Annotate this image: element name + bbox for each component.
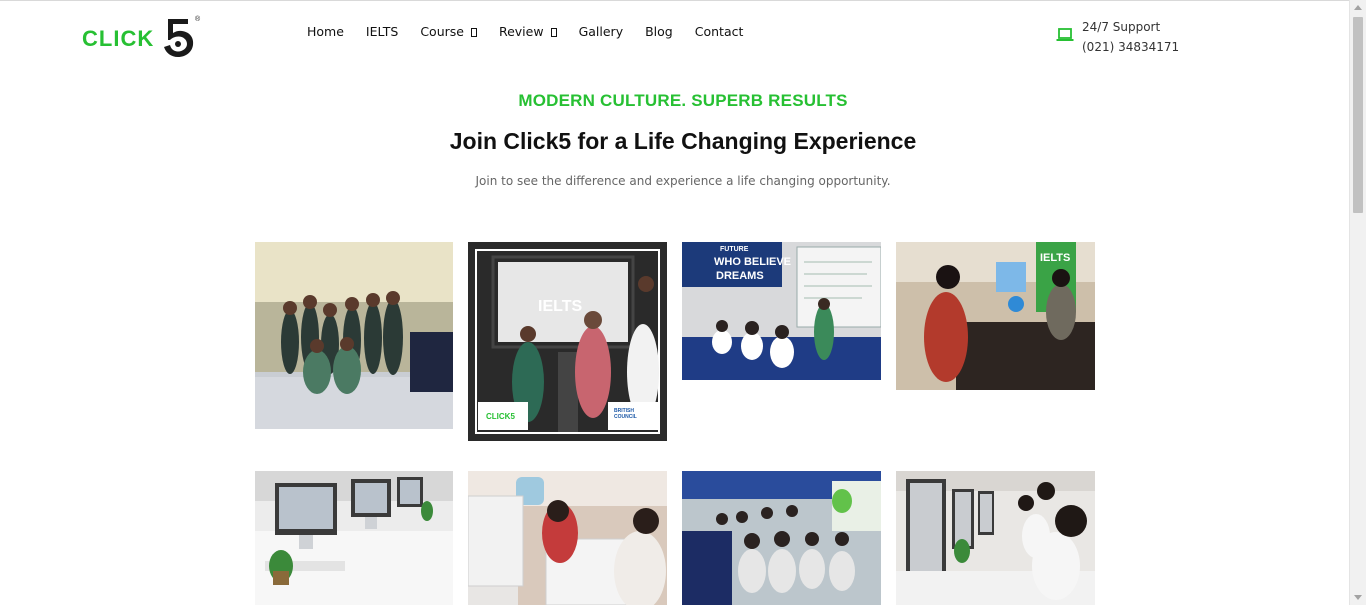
main-nav: Home IELTS Course Review Gallery Blog Co… [307, 24, 765, 39]
scroll-up-arrow-icon[interactable] [1354, 5, 1362, 10]
nav-home[interactable]: Home [307, 24, 344, 39]
gallery-photo-ielts-certificate[interactable]: IELTS CLICK5 BRITISH COUNCIL [468, 242, 667, 441]
photo-caption-ielts: IELTS [538, 298, 583, 315]
photo-caption-british-council: BRITISH COUNCIL [614, 408, 637, 420]
gallery-photo-group-staff[interactable] [255, 242, 453, 429]
hero-subtext: Join to see the difference and experienc… [475, 174, 891, 188]
photo-caption-click5: CLICK5 [486, 412, 515, 421]
photo-caption-dreams: DREAMS [716, 270, 764, 282]
scrollbar-thumb[interactable] [1353, 17, 1363, 213]
nav-course[interactable]: Course [420, 24, 477, 39]
click5-logo[interactable]: CLICK ® [82, 16, 210, 60]
gallery-photo-students-imacs[interactable] [468, 471, 667, 605]
support-label: 24/7 Support [1082, 20, 1161, 34]
dropdown-caret-icon [470, 28, 477, 37]
scroll-down-arrow-icon[interactable] [1354, 595, 1362, 600]
gallery-photo-reception-desk[interactable]: IELTS [896, 242, 1095, 390]
registered-mark: ® [195, 16, 201, 23]
logo-five-mark [164, 19, 194, 57]
photo-caption-who-believe: WHO BELIEVE [714, 256, 792, 268]
laptop-icon [1056, 28, 1074, 41]
photo-caption-future: FUTURE [720, 246, 749, 253]
nav-contact[interactable]: Contact [695, 24, 744, 39]
hero-kicker: MODERN CULTURE. SUPERB RESULTS [518, 91, 848, 110]
gallery-photo-lab-students[interactable] [896, 471, 1095, 605]
gallery-photo-students-class[interactable] [682, 471, 881, 605]
page-scrollbar[interactable] [1349, 0, 1366, 605]
gallery-photo-classroom-whiteboard[interactable]: FUTURE WHO BELIEVE DREAMS [682, 242, 881, 380]
support-phone[interactable]: (021) 34834171 [1082, 37, 1179, 57]
top-border [0, 0, 1366, 1]
gallery-photo-computer-lab[interactable] [255, 471, 453, 605]
nav-blog[interactable]: Blog [645, 24, 673, 39]
photo-caption-ielts-sign: IELTS [1040, 252, 1071, 264]
nav-ielts[interactable]: IELTS [366, 24, 398, 39]
nav-review[interactable]: Review [499, 24, 557, 39]
nav-gallery[interactable]: Gallery [579, 24, 624, 39]
dropdown-caret-icon [550, 28, 557, 37]
logo-text: CLICK [82, 26, 155, 51]
hero-headline: Join Click5 for a Life Changing Experien… [449, 128, 917, 154]
